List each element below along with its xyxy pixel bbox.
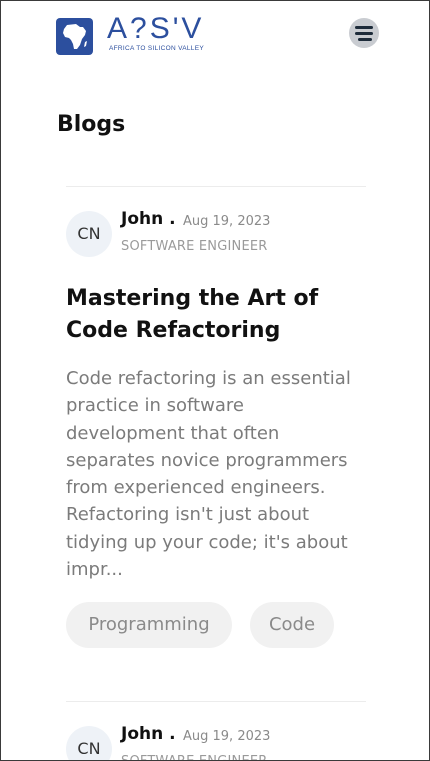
logo-tagline: AFRICA TO SILICON VALLEY	[109, 45, 204, 52]
post-excerpt: Code refactoring is an essential practic…	[66, 368, 351, 581]
post-title[interactable]: Mastering the Art of Code Refactoring	[66, 283, 366, 347]
hamburger-menu-icon[interactable]	[349, 18, 379, 48]
author-name[interactable]: John .	[121, 209, 176, 229]
post-date: Aug 19, 2023	[183, 214, 271, 229]
post-date: Aug 19, 2023	[183, 729, 271, 744]
author-name[interactable]: John .	[121, 724, 176, 744]
africa-logo-icon[interactable]	[56, 18, 93, 55]
blog-post-card[interactable]: CN John . Aug 19, 2023 SOFTWARE ENGINEER…	[66, 186, 366, 648]
author-role: SOFTWARE ENGINEER	[121, 754, 268, 760]
header: A?S'V AFRICA TO SILICON VALLEY	[1, 1, 429, 73]
tag-code[interactable]: Code	[250, 602, 334, 648]
blog-post-card[interactable]: CN John . Aug 19, 2023 SOFTWARE ENGINEER	[66, 701, 366, 760]
avatar[interactable]: CN	[66, 726, 112, 760]
author-role: SOFTWARE ENGINEER	[121, 239, 268, 254]
page-frame: A?S'V AFRICA TO SILICON VALLEY Blogs CN …	[0, 0, 430, 761]
page-title: Blogs	[57, 112, 126, 137]
tag-programming[interactable]: Programming	[66, 602, 232, 648]
logo-wordmark[interactable]: A?S'V	[107, 13, 204, 45]
avatar[interactable]: CN	[66, 211, 112, 257]
